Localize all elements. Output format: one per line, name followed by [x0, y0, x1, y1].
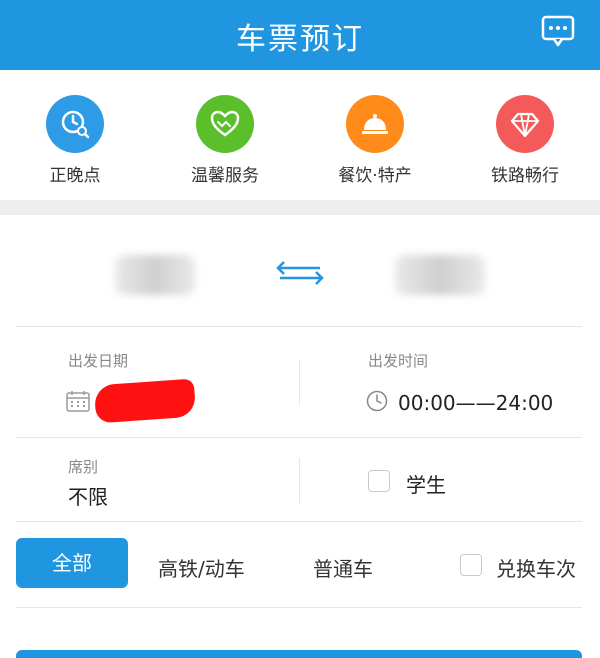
divider [16, 521, 582, 522]
filter-all-button[interactable]: 全部 [16, 538, 128, 588]
quick-links: 正晚点 温馨服务 餐饮·特产 铁路畅行 [0, 70, 600, 200]
quick-link-label: 餐饮·特产 [338, 166, 412, 186]
divider [16, 437, 582, 438]
quick-link-on-time[interactable]: 正晚点 [15, 95, 135, 186]
quick-link-label: 温馨服务 [191, 166, 259, 186]
divider [299, 458, 300, 503]
seat-type-label: 席别 [68, 458, 99, 476]
divider [16, 607, 582, 608]
station-selector [0, 215, 600, 325]
message-icon[interactable] [540, 14, 576, 48]
filter-regular[interactable]: 普通车 [313, 553, 373, 582]
swap-arrows-icon[interactable] [270, 253, 330, 293]
quick-link-label: 正晚点 [49, 166, 101, 186]
quick-link-label: 铁路畅行 [491, 166, 559, 186]
filter-high-speed[interactable]: 高铁/动车 [158, 553, 245, 582]
heart-handshake-icon [196, 95, 254, 153]
exchange-checkbox[interactable] [460, 554, 482, 576]
quick-link-service[interactable]: 温馨服务 [165, 95, 285, 186]
departure-date-label: 出发日期 [68, 352, 129, 370]
section-divider [0, 200, 600, 215]
student-label: 学生 [406, 473, 446, 497]
clock-search-icon [46, 95, 104, 153]
diamond-icon [496, 95, 554, 153]
seat-type-value[interactable]: 不限 [68, 481, 108, 510]
divider [16, 326, 582, 327]
date-value-redacted[interactable] [93, 378, 197, 424]
search-button[interactable] [16, 650, 582, 658]
from-station[interactable] [115, 255, 195, 295]
food-cloche-icon [346, 95, 404, 153]
quick-link-railway[interactable]: 铁路畅行 [465, 95, 585, 186]
to-station[interactable] [395, 255, 485, 295]
exchange-label: 兑换车次 [496, 557, 576, 581]
departure-time-label: 出发时间 [368, 352, 429, 370]
quick-link-food[interactable]: 餐饮·特产 [315, 95, 435, 186]
calendar-icon [66, 391, 90, 412]
student-checkbox[interactable] [368, 470, 390, 492]
clock-icon [366, 390, 388, 412]
page-title: 车票预订 [236, 22, 364, 57]
app-header: 车票预订 [0, 0, 600, 70]
divider [299, 360, 300, 405]
departure-time-value[interactable]: 00:00——24:00 [398, 391, 553, 415]
